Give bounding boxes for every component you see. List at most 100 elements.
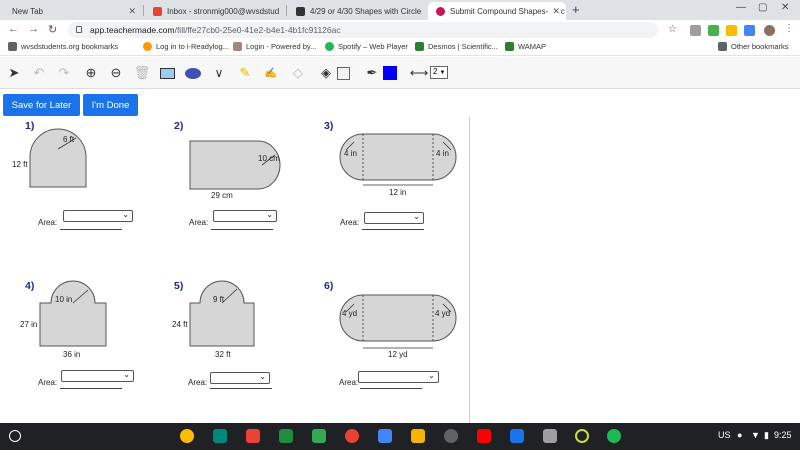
tab-inbox[interactable]: Inbox - stronmig000@wvsdstud: [145, 2, 285, 20]
forward-icon[interactable]: →: [28, 23, 39, 35]
stroke-width-select[interactable]: 2 ▼: [430, 66, 448, 79]
close-icon[interactable]: ✕: [550, 6, 560, 17]
area-select-6[interactable]: ⌄: [358, 371, 439, 383]
area-select-1[interactable]: ⌄: [63, 210, 133, 222]
folder-icon: [8, 42, 17, 51]
wifi-icon[interactable]: ▼: [751, 430, 760, 440]
minimize-icon[interactable]: —: [736, 2, 746, 13]
bookmark-login[interactable]: Login - Powered by...: [233, 42, 316, 51]
shape-4: [39, 280, 107, 347]
undo-icon[interactable]: ↶: [30, 64, 48, 82]
tab-shapes-doc[interactable]: 4/29 or 4/30 Shapes with Circle: [288, 2, 426, 20]
stroke-width-icon[interactable]: ⟷: [410, 64, 429, 82]
url-field[interactable]: app.teachermade.com/fill/ffe27cb0-25e0-4…: [68, 22, 658, 38]
im-done-button[interactable]: I'm Done: [83, 94, 138, 116]
chrome-app-icon[interactable]: [345, 429, 359, 443]
pen-color-swatch[interactable]: [381, 64, 399, 82]
area-label: Area:: [340, 218, 360, 227]
meet-app-icon[interactable]: [213, 429, 227, 443]
dim-label: 24 ft: [172, 320, 188, 329]
tab-label: Submit Compound Shapes- Circ: [450, 6, 565, 16]
zoom-in-icon[interactable]: ⊕: [82, 64, 100, 82]
back-icon[interactable]: ←: [8, 23, 19, 35]
camera-app-icon[interactable]: [543, 429, 557, 443]
teachermade-icon: [436, 6, 445, 16]
keep-app-icon[interactable]: [180, 429, 194, 443]
bookmark-wvsd[interactable]: wvsdstudents.org bookmarks: [8, 42, 118, 51]
dim-label: 10 cm: [258, 154, 280, 163]
gmail-app-icon[interactable]: [246, 429, 260, 443]
area-select-3[interactable]: ⌄: [364, 212, 424, 224]
youtube-app-icon[interactable]: [477, 429, 491, 443]
maximize-icon[interactable]: ▢: [758, 2, 767, 13]
bookmark-label: Login - Powered by...: [246, 42, 317, 51]
pointer-tool-icon[interactable]: ➤: [5, 64, 23, 82]
tab-submit-compound[interactable]: Submit Compound Shapes- Circ ✕: [428, 2, 566, 20]
gmail-icon: [153, 6, 162, 16]
bookmark-iready[interactable]: Log in to i-Readylog...: [143, 42, 229, 51]
area-select-2[interactable]: ⌄: [213, 210, 277, 222]
pen-color-icon[interactable]: ✒: [363, 64, 381, 82]
dim-label: 4 yd: [435, 309, 450, 318]
answer-underline: [211, 229, 273, 230]
eraser-icon[interactable]: ◇: [289, 64, 307, 82]
close-icon[interactable]: ✕: [128, 6, 136, 17]
sheets-app-icon[interactable]: [312, 429, 326, 443]
docs-app-icon[interactable]: [378, 429, 392, 443]
url-host: app.teachermade.com: [90, 25, 175, 35]
classroom-app-icon[interactable]: [279, 429, 293, 443]
spotify-app-icon[interactable]: [607, 429, 621, 443]
pencil-tool-icon[interactable]: ✎: [236, 64, 254, 82]
dim-label: 36 in: [63, 350, 80, 359]
new-tab-icon[interactable]: +: [572, 2, 580, 17]
save-for-later-button[interactable]: Save for Later: [3, 94, 80, 116]
bookmark-wamap[interactable]: WAMAP: [505, 42, 546, 51]
area-label: Area:: [188, 378, 208, 387]
bookmark-spotify[interactable]: Spotify – Web Player: [325, 42, 408, 51]
dim-label: 27 in: [20, 320, 37, 329]
reload-icon[interactable]: ↻: [48, 23, 57, 36]
question-number: 1): [25, 120, 35, 132]
spotify-icon: [325, 42, 334, 51]
url-path: /fill/ffe27cb0-25e0-41e2-b4e1-4b1fc91126…: [174, 25, 341, 35]
menu-icon[interactable]: ⋮: [784, 23, 795, 34]
fill-color-icon[interactable]: ◈: [317, 64, 335, 82]
slides-app-icon[interactable]: [411, 429, 425, 443]
extension-icon[interactable]: [726, 25, 737, 36]
clock[interactable]: 9:25: [774, 430, 792, 440]
bookmark-other[interactable]: Other bookmarks: [718, 42, 789, 51]
tab-new-tab[interactable]: New Tab ✕: [4, 2, 142, 20]
tab-label: New Tab: [12, 6, 43, 16]
battery-icon[interactable]: ▮: [764, 430, 769, 441]
extension-icon[interactable]: [690, 25, 701, 36]
address-bar-row: ← → ↻ app.teachermade.com/fill/ffe27cb0-…: [0, 20, 800, 40]
extension-icon[interactable]: [708, 25, 719, 36]
notification-icon[interactable]: ●: [737, 430, 742, 440]
line-tool-icon[interactable]: ∨: [210, 64, 228, 82]
desmos-icon: [415, 42, 424, 51]
shape-2: [189, 140, 281, 190]
area-select-4[interactable]: ⌄: [61, 370, 134, 382]
bookmark-desmos[interactable]: Desmos | Scientific...: [415, 42, 498, 51]
text-tool-icon[interactable]: ✍: [262, 64, 280, 82]
iready-icon: [143, 42, 152, 51]
rectangle-tool-icon[interactable]: [158, 64, 176, 82]
screencast-app-icon[interactable]: [575, 429, 589, 443]
trash-icon[interactable]: 🗑: [133, 64, 151, 82]
dim-label: 9 ft: [213, 295, 225, 304]
zoom-out-icon[interactable]: ⊖: [107, 64, 125, 82]
ellipse-tool-icon[interactable]: [184, 64, 202, 82]
star-icon[interactable]: ☆: [668, 24, 679, 35]
redo-icon[interactable]: ↷: [55, 64, 73, 82]
region-indicator[interactable]: US: [718, 430, 731, 440]
extension-icon[interactable]: [744, 25, 755, 36]
launcher-icon[interactable]: [9, 430, 21, 442]
settings-app-icon[interactable]: [444, 429, 458, 443]
profile-avatar[interactable]: [764, 25, 775, 36]
close-window-icon[interactable]: ✕: [781, 2, 789, 13]
lock-icon: [76, 26, 82, 33]
bookmark-label: Other bookmarks: [731, 42, 789, 51]
area-select-5[interactable]: ⌄: [210, 372, 270, 384]
fill-color-swatch[interactable]: [334, 64, 352, 82]
files-app-icon[interactable]: [510, 429, 524, 443]
